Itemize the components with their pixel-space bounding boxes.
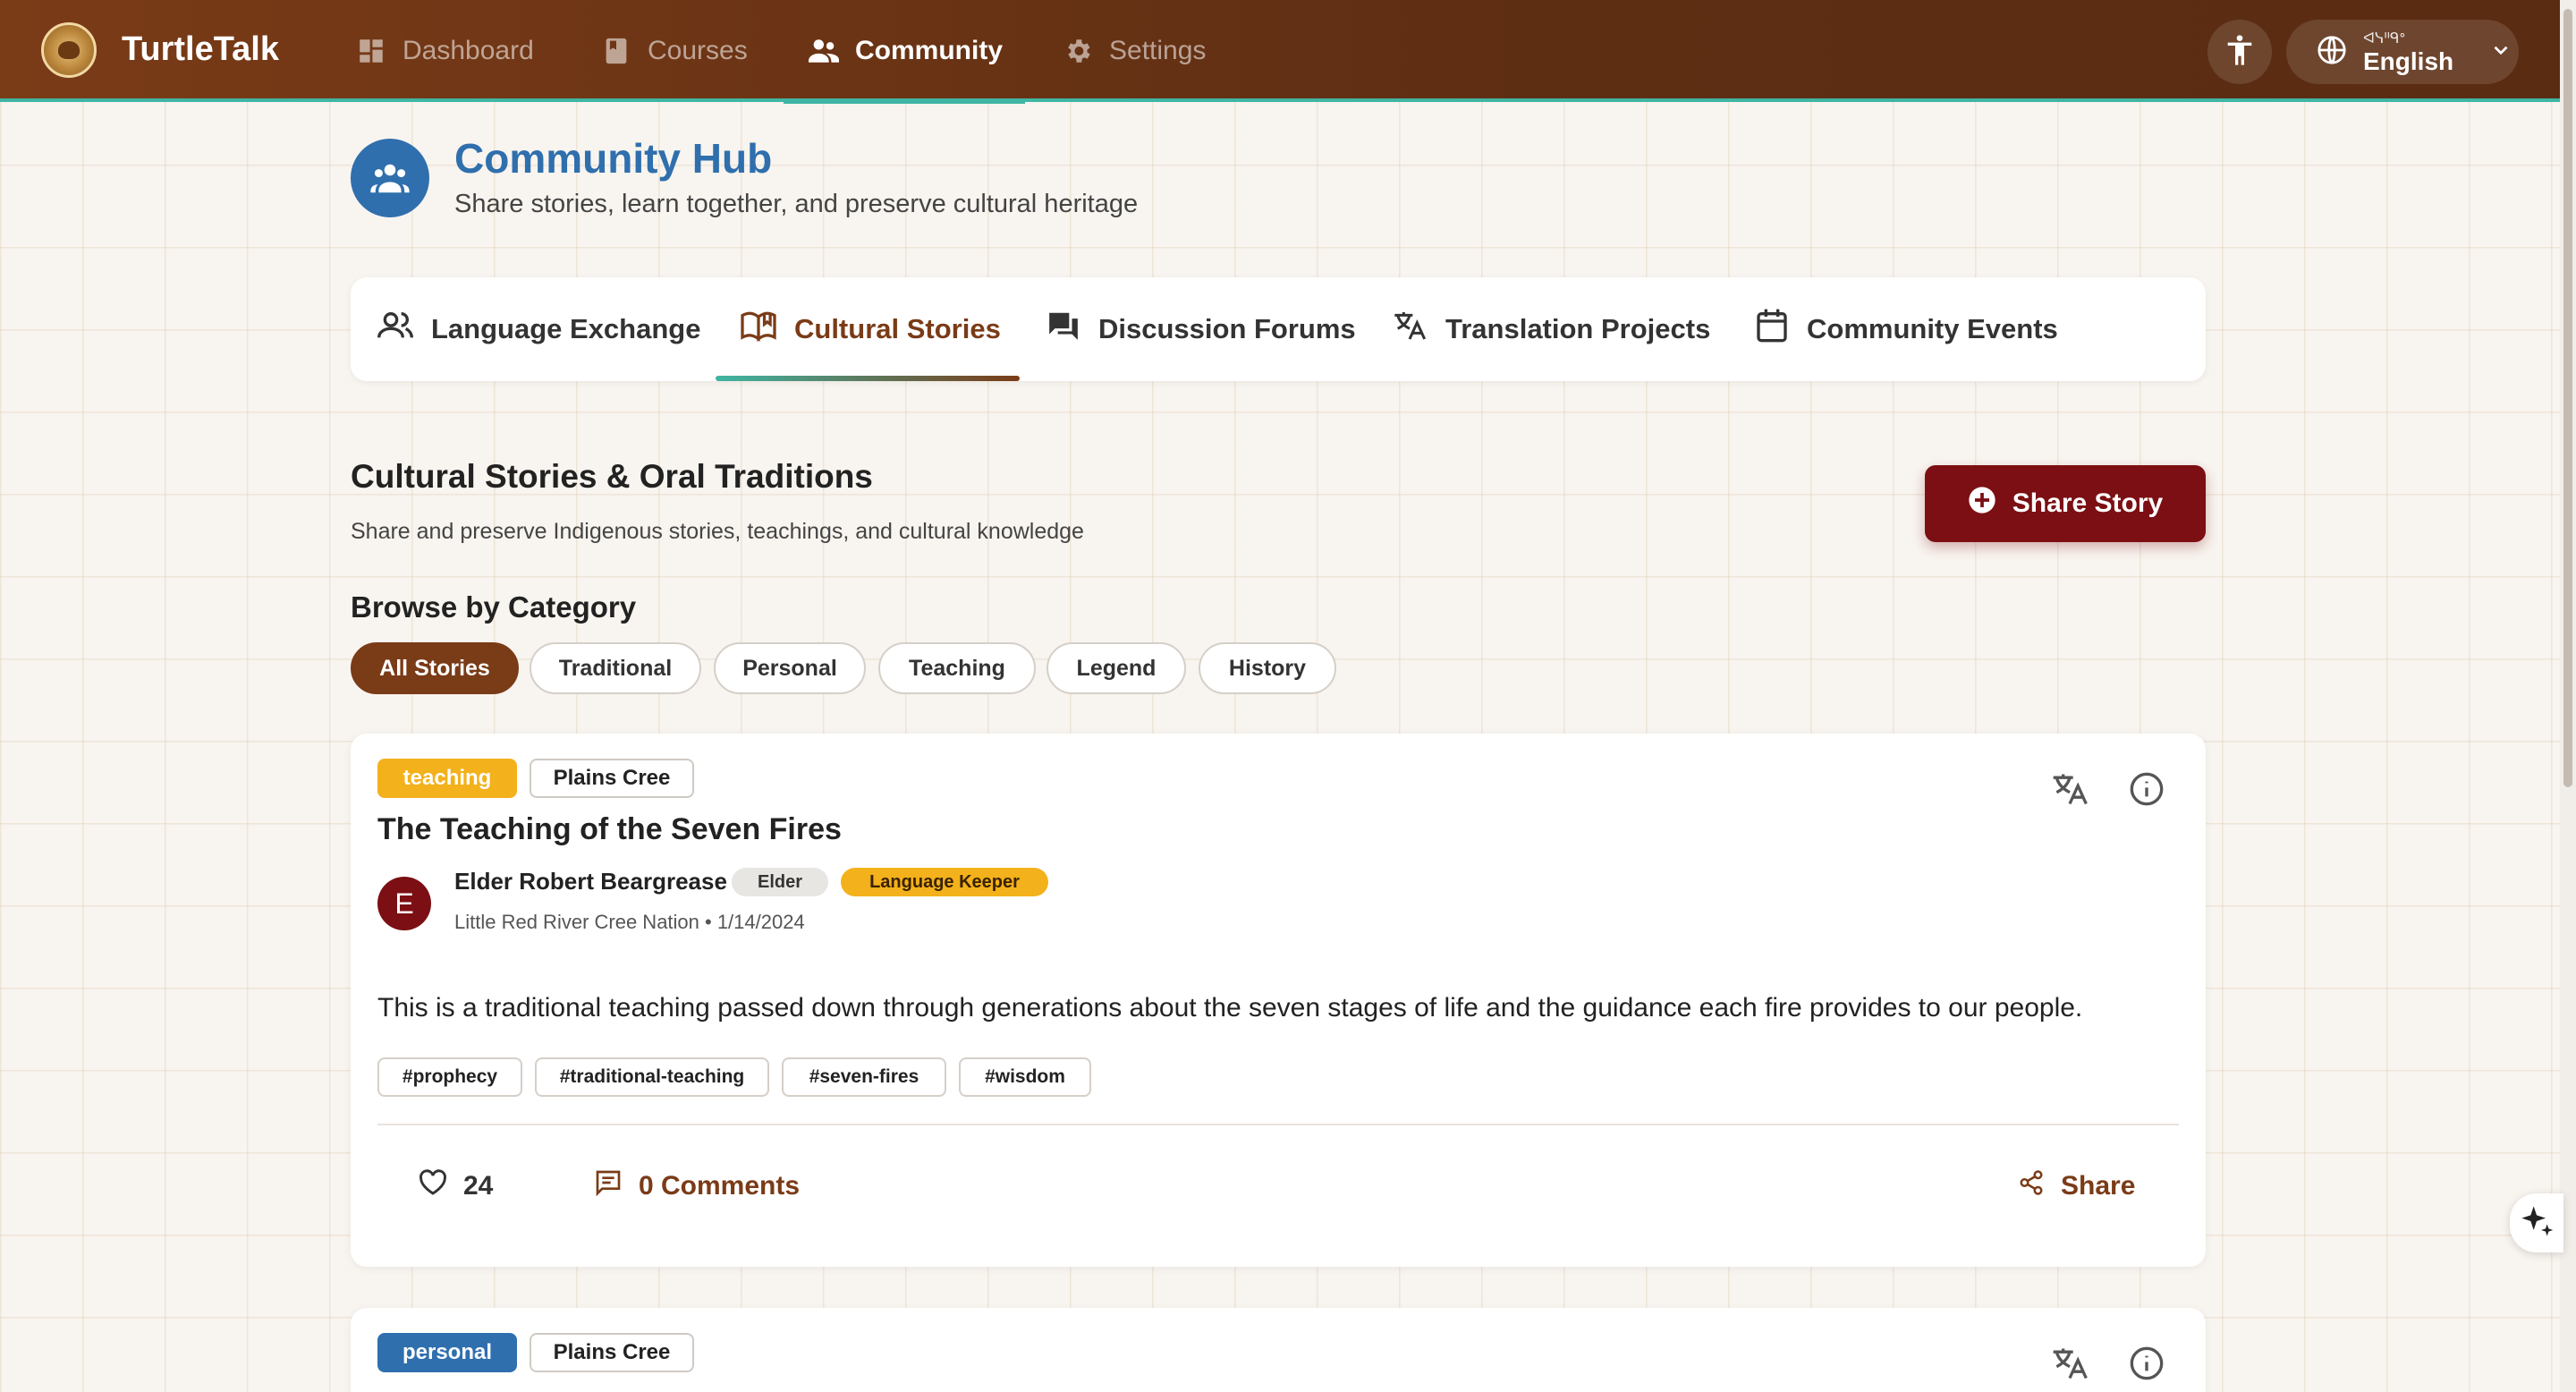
hashtag-chip[interactable]: #wisdom [959,1057,1091,1097]
comments-button[interactable]: 0 Comments [594,1159,800,1213]
people-icon [809,36,839,66]
gear-icon [1063,36,1093,66]
share-button[interactable]: Share [2018,1159,2135,1213]
community-tabs: Language Exchange Cultural Stories Discu… [351,277,2206,381]
author-name[interactable]: Elder Robert Beargrease [454,868,727,895]
book-icon [601,36,631,66]
role-badge-language-keeper: Language Keeper [841,868,1048,896]
translate-button[interactable] [2043,1338,2097,1392]
top-navbar: TurtleTalk Dashboard Courses Community S… [0,0,2562,104]
hashtag-chip[interactable]: #traditional-teaching [535,1057,769,1097]
tab-language-exchange[interactable]: Language Exchange [377,277,700,381]
globe-icon [2317,35,2347,70]
nav-active-indicator [784,98,1025,104]
nav-community-label: Community [855,36,1003,65]
category-chip-teaching[interactable]: Teaching [878,642,1036,694]
tab-label: Discussion Forums [1098,313,1356,344]
nav-community[interactable]: Community [809,0,1003,102]
language-label: English [2363,47,2454,75]
like-count: 24 [463,1171,494,1201]
tab-label: Language Exchange [431,313,701,344]
share-story-button[interactable]: Share Story [1925,465,2206,542]
category-chip-legend[interactable]: Legend [1046,642,1186,694]
share-story-label: Share Story [2012,488,2164,518]
tab-label: Cultural Stories [794,313,1001,344]
language-badge: Plains Cree [530,1333,694,1372]
story-card: teaching Plains Cree The Teaching of the… [351,734,2206,1267]
category-badge: personal [377,1333,517,1372]
calendar-icon [1755,308,1789,351]
translate-icon [2050,769,2089,813]
tab-active-indicator [716,376,1020,381]
accessibility-icon [2222,32,2258,72]
card-divider [377,1124,2179,1125]
translate-icon [2050,1344,2089,1388]
info-icon [2129,1345,2165,1386]
scrollbar-thumb[interactable] [2563,9,2572,787]
share-icon [2018,1169,2045,1203]
heart-icon [419,1169,447,1203]
category-badge: teaching [377,759,517,798]
forum-icon [1046,310,1080,349]
comments-label: 0 Comments [639,1171,801,1201]
story-excerpt: This is a traditional teaching passed do… [377,993,2083,1023]
tab-label: Community Events [1807,313,2058,344]
page-title: Community Hub [454,135,773,182]
nav-settings[interactable]: Settings [1063,0,1206,102]
info-icon [2129,771,2165,811]
tab-discussion-forums[interactable]: Discussion Forums [1046,277,1356,381]
nav-dashboard-label: Dashboard [402,36,534,65]
page-subtitle: Share stories, learn together, and prese… [454,190,1139,218]
like-button[interactable]: 24 [419,1159,493,1213]
dashboard-icon [356,36,386,66]
add-circle-icon [1968,486,1996,522]
tab-label: Translation Projects [1445,313,1711,344]
turtle-logo-icon[interactable] [41,22,97,78]
tab-community-events[interactable]: Community Events [1755,277,2058,381]
people-outline-icon [377,310,413,348]
sparkle-icon [2519,1203,2555,1243]
translate-button[interactable] [2043,764,2097,818]
ai-assistant-button[interactable] [2510,1193,2563,1252]
story-title[interactable]: The Teaching of the Seven Fires [377,812,842,847]
avatar[interactable]: E [377,877,431,930]
nav-courses[interactable]: Courses [601,0,748,102]
story-meta: Little Red River Cree Nation • 1/14/2024 [454,911,805,933]
translate-icon [1392,308,1428,351]
info-button[interactable] [2120,764,2174,818]
nav-settings-label: Settings [1109,36,1207,65]
tab-cultural-stories[interactable]: Cultural Stories [741,277,1001,381]
category-chip-history[interactable]: History [1199,642,1336,694]
story-card: personal Plains Cree [351,1308,2206,1392]
hashtag-chip[interactable]: #prophecy [377,1057,522,1097]
category-chip-personal[interactable]: Personal [714,642,866,694]
brand-name[interactable]: TurtleTalk [122,30,279,69]
language-badge: Plains Cree [530,759,694,798]
hashtag-chip[interactable]: #seven-fires [782,1057,946,1097]
tab-translation-projects[interactable]: Translation Projects [1392,277,1710,381]
browse-category-title: Browse by Category [351,590,637,624]
info-button[interactable] [2120,1338,2174,1392]
role-badge-elder: Elder [732,868,828,896]
open-book-icon [741,310,776,349]
nav-dashboard[interactable]: Dashboard [356,0,534,102]
category-chip-all-stories[interactable]: All Stories [351,642,519,694]
accessibility-button[interactable] [2207,20,2272,84]
language-selector[interactable]: ᐊᓭᐦᑫᐤ English [2286,20,2519,84]
comment-icon [594,1168,623,1204]
section-subtitle: Share and preserve Indigenous stories, t… [351,519,1084,544]
share-label: Share [2061,1171,2136,1201]
category-chip-traditional[interactable]: Traditional [530,642,701,694]
section-title: Cultural Stories & Oral Traditions [351,458,873,495]
community-hub-icon [351,139,429,217]
nav-courses-label: Courses [648,36,748,65]
chevron-down-icon [2489,38,2512,66]
language-native-label: ᐊᓭᐦᑫᐤ [2363,29,2406,47]
